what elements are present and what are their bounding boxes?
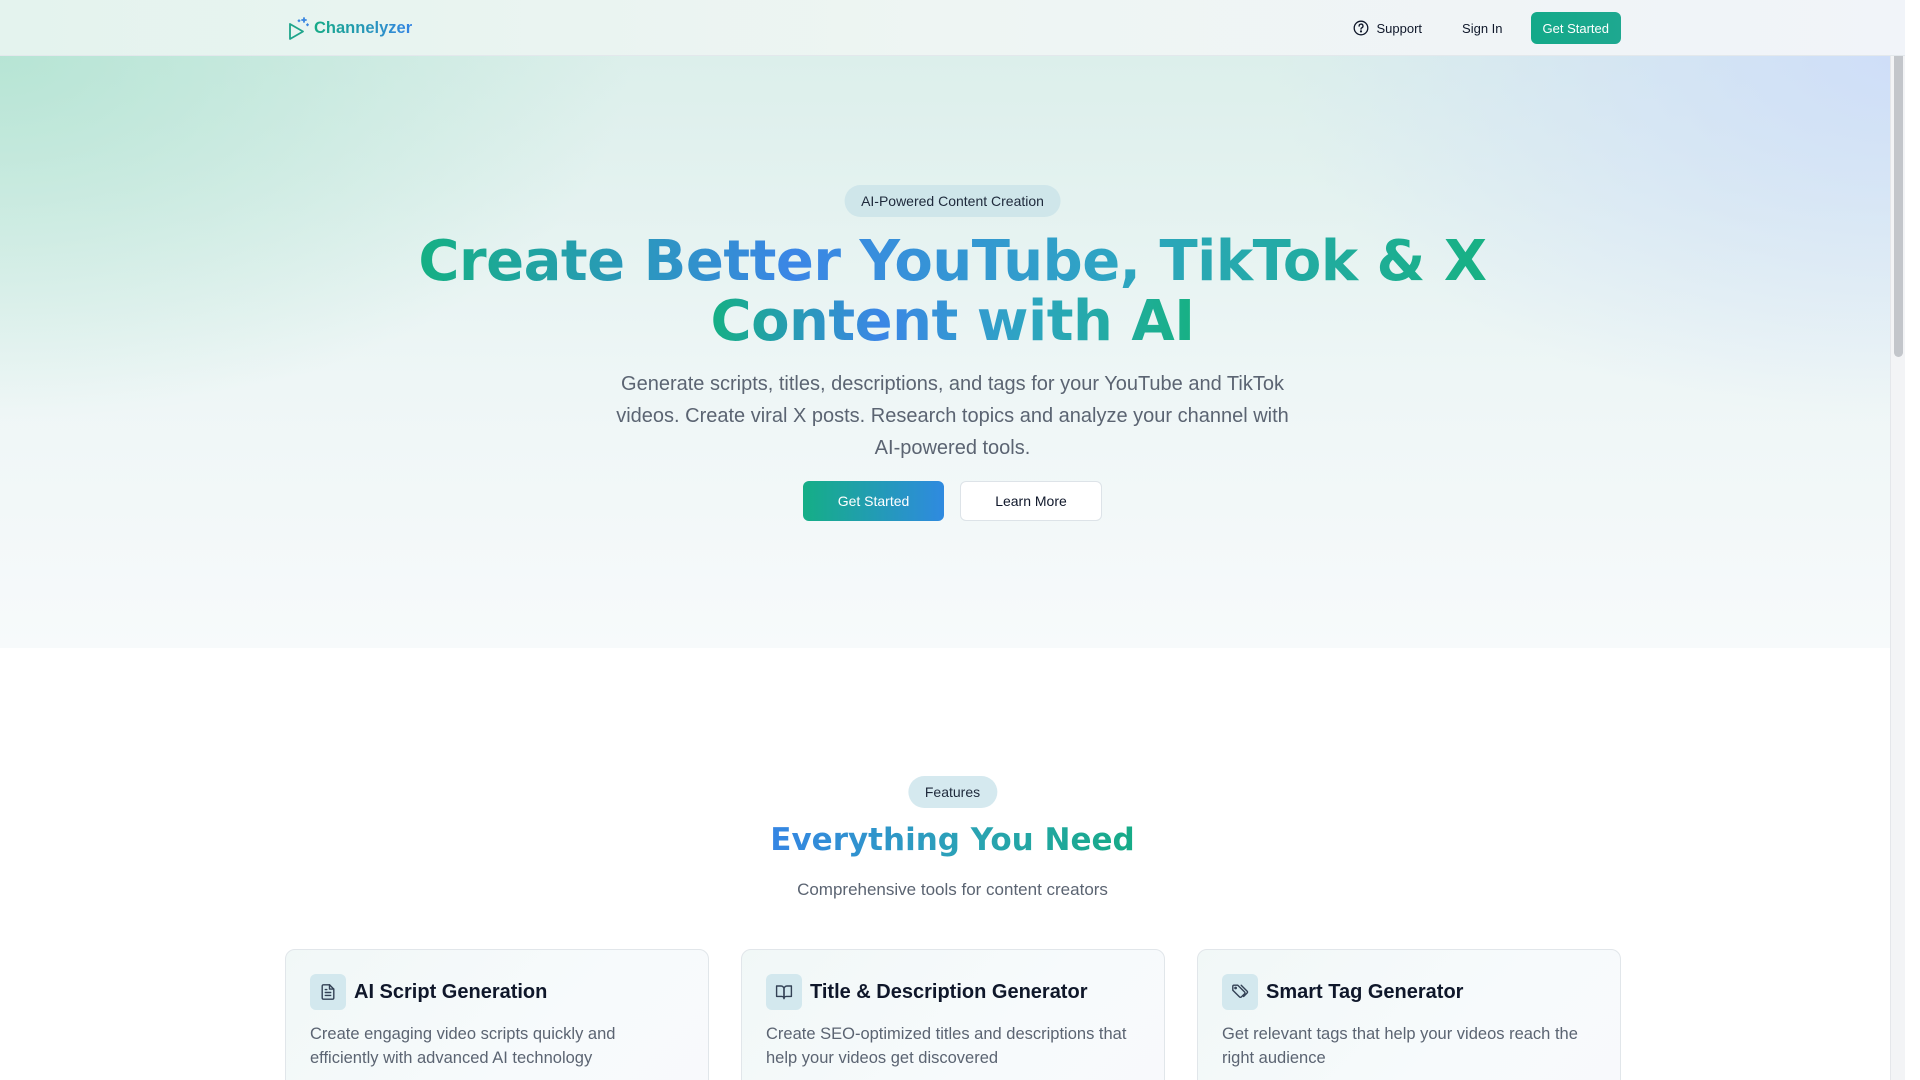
send-sparkle-icon [289,17,309,40]
file-text-icon [321,984,335,1000]
sign-in-link[interactable]: Sign In [1450,12,1514,44]
hero-title: Create Better YouTube, TikTok & X Conten… [0,232,1905,352]
hero-subtitle: Generate scripts, titles, descriptions, … [616,373,1289,459]
card-description: Create engaging video scripts quickly an… [310,1025,616,1067]
card-description: Get relevant tags that help your videos … [1222,1025,1578,1067]
book-open-icon-wrap [766,974,802,1010]
card-header: AI Script Generation [310,974,684,1010]
features-subtitle: Comprehensive tools for content creators [797,880,1108,899]
brand-name: Channelyzer [314,18,413,37]
hero-title-line-2: Content with AI [710,289,1195,354]
support-label: Support [1376,20,1423,36]
feature-card-title-description: Title & Description Generator Create SEO… [741,949,1165,1080]
tags-icon-wrap [1222,974,1258,1010]
features-badge: Features [907,776,998,808]
learn-more-button[interactable]: Learn More [960,481,1102,521]
feature-cards: AI Script Generation Create engaging vid… [285,949,1621,1080]
brand-logo-link[interactable]: Channelyzer [286,12,412,44]
card-title: Smart Tag Generator [1266,980,1464,1003]
support-link[interactable]: Support [1341,12,1434,44]
feature-card-script: AI Script Generation Create engaging vid… [285,949,709,1080]
features-title-text: Everything You Need [770,822,1135,858]
header-get-started-button[interactable]: Get Started [1530,12,1621,44]
book-open-icon [775,985,793,1000]
card-header: Smart Tag Generator [1222,974,1596,1010]
help-circle-icon [1354,20,1369,36]
card-header: Title & Description Generator [766,974,1140,1010]
hero-badge: AI-Powered Content Creation [844,185,1061,217]
tags-icon [1232,984,1249,999]
hero-actions: Get Started Learn More [0,481,1905,521]
card-title: AI Script Generation [354,980,548,1003]
page-scrollbar[interactable] [1890,0,1905,1080]
card-description: Create SEO-optimized titles and descript… [766,1025,1127,1067]
hero-get-started-button[interactable]: Get Started [803,481,944,521]
top-navbar: Channelyzer Support Sign In Get Started [0,0,1905,56]
feature-card-tags: Smart Tag Generator Get relevant tags th… [1197,949,1621,1080]
features-section: Features Everything You Need Comprehensi… [0,648,1905,1080]
hero-section: AI-Powered Content Creation Create Bette… [0,56,1905,648]
header-nav: Support Sign In Get Started [1341,12,1621,44]
hero-title-line-1: Create Better YouTube, TikTok & X [418,229,1487,294]
features-title: Everything You Need [0,820,1905,860]
card-title: Title & Description Generator [810,980,1088,1003]
page: Channelyzer Support Sign In Get Started … [0,0,1905,1080]
file-text-icon-wrap [310,974,346,1010]
